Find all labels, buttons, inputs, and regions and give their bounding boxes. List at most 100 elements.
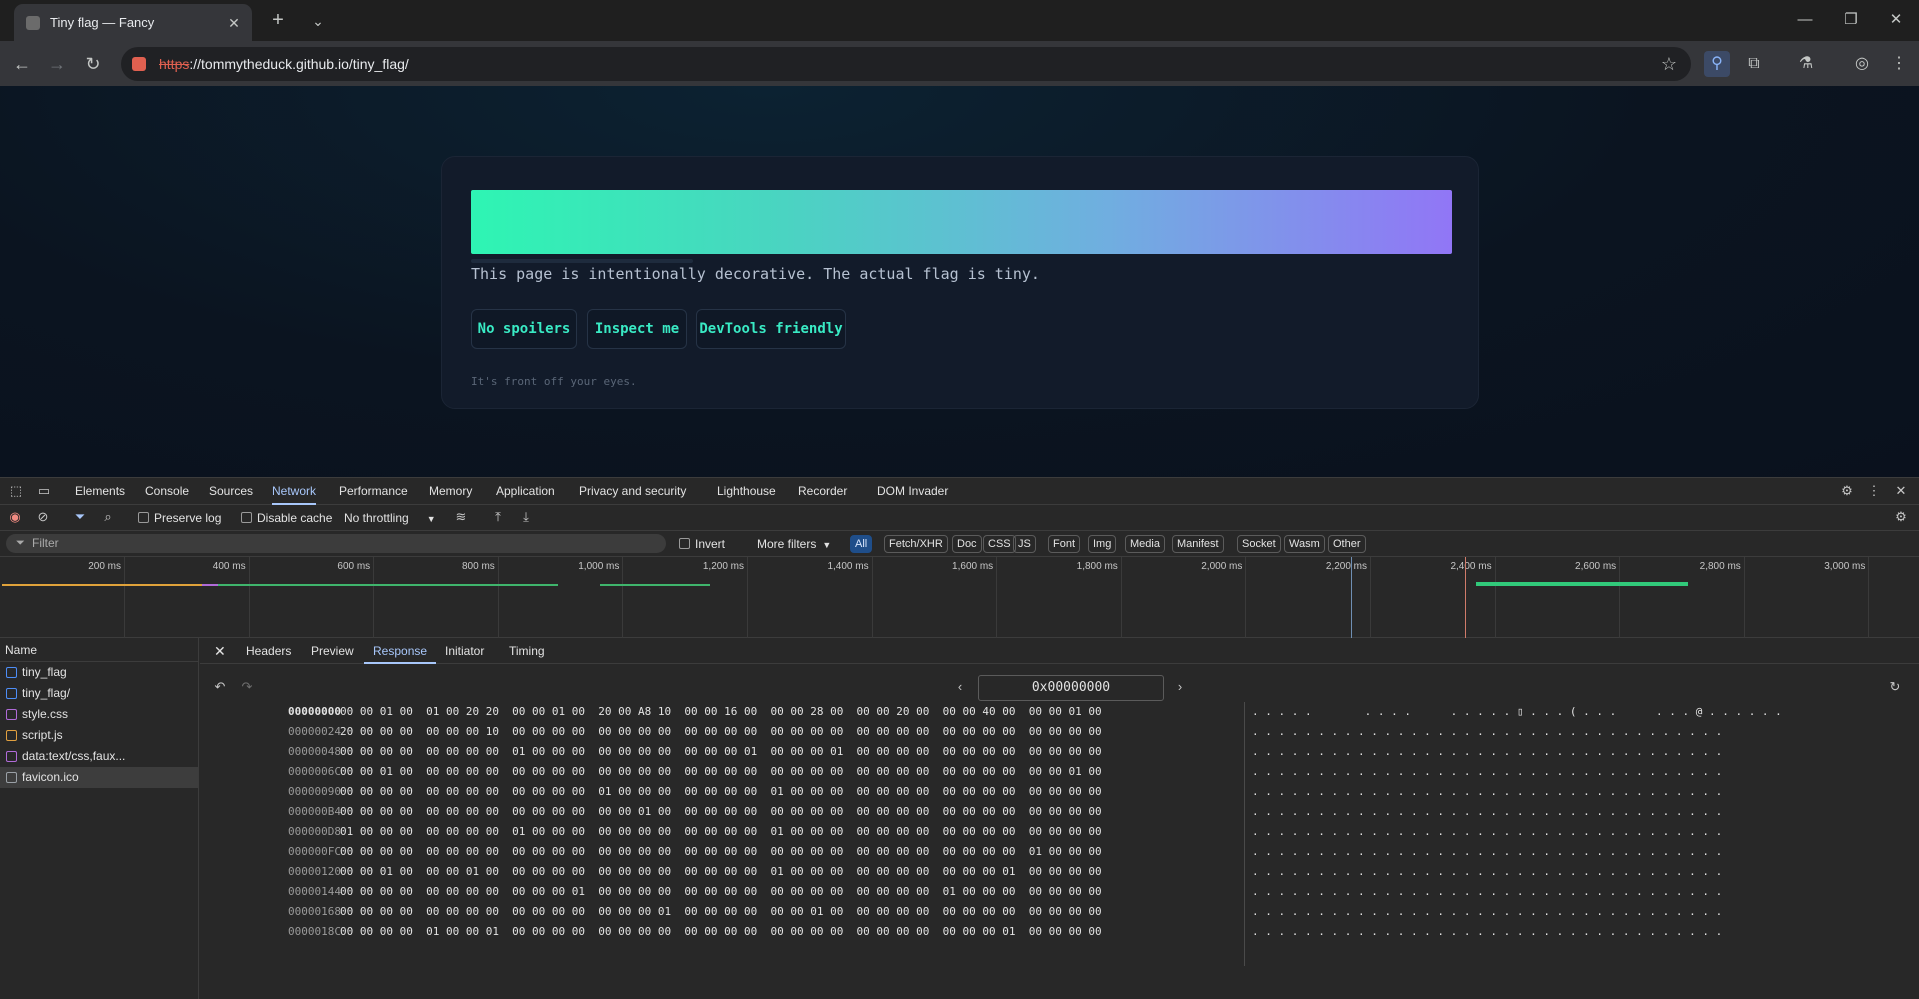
request-row[interactable]: favicon.ico — [0, 767, 198, 788]
redo-icon[interactable]: ↷ — [238, 678, 256, 696]
name-column-header[interactable]: Name — [0, 638, 198, 662]
url-text[interactable]: https://tommytheduck.github.io/tiny_flag… — [159, 56, 409, 72]
hex-bytes[interactable]: 00 00 00 00 00 00 00 00 00 00 00 01 00 0… — [340, 882, 1102, 902]
request-row[interactable]: tiny_flag/ — [0, 683, 198, 704]
profile-icon[interactable]: ◎ — [1849, 51, 1875, 77]
chip-inspect-me[interactable]: Inspect me — [587, 309, 687, 349]
import-har-icon[interactable]: ⤒ — [489, 508, 507, 526]
hex-bytes[interactable]: 20 00 00 00 00 00 00 10 00 00 00 00 00 0… — [340, 722, 1102, 742]
filter-type-css[interactable]: CSS — [983, 535, 1016, 553]
request-row[interactable]: tiny_flag — [0, 662, 198, 683]
record-icon[interactable]: ◉ — [6, 508, 24, 526]
undo-icon[interactable]: ↶ — [211, 678, 229, 696]
tab-recorder[interactable]: Recorder — [798, 478, 847, 505]
tab-lighthouse[interactable]: Lighthouse — [717, 478, 776, 505]
hex-bytes[interactable]: 00 00 00 00 01 00 00 01 00 00 00 00 00 0… — [340, 922, 1102, 942]
filter-type-fetchxhr[interactable]: Fetch/XHR — [884, 535, 948, 553]
hex-ascii[interactable]: . . . . . . . . . . . . . . . . . . . . … — [1252, 862, 1722, 882]
next-page-icon[interactable]: › — [1171, 678, 1189, 696]
tab-search-icon[interactable]: ⌄ — [306, 9, 330, 33]
search-icon[interactable]: ⌕ — [99, 508, 117, 526]
invert-checkbox[interactable]: Invert — [679, 535, 725, 553]
inspect-element-icon[interactable]: ⬚ — [7, 482, 25, 500]
hex-ascii[interactable]: . . . . . . . . . . . . . . . . . . . . … — [1252, 902, 1722, 922]
tab-preview[interactable]: Preview — [311, 638, 354, 664]
new-tab-button[interactable]: + — [266, 9, 290, 33]
tab-headers[interactable]: Headers — [246, 638, 291, 664]
browser-tab[interactable]: Tiny flag — Fancy ✕ — [14, 4, 252, 41]
network-conditions-icon[interactable]: ≋ — [452, 508, 470, 526]
throttling-select[interactable]: No throttling ▼ — [344, 509, 436, 527]
tab-elements[interactable]: Elements — [75, 478, 125, 505]
hex-ascii[interactable]: . . . . . . . . . . . . . . . . . . . . … — [1252, 762, 1722, 782]
filter-input[interactable]: ⏷ Filter — [6, 534, 666, 553]
filter-type-all[interactable]: All — [850, 535, 873, 553]
export-har-icon[interactable]: ⤓ — [517, 508, 535, 526]
hex-ascii[interactable]: . . . . . . . . . . . . . . . . . . . . … — [1252, 722, 1722, 742]
prev-page-icon[interactable]: ‹ — [951, 678, 969, 696]
hex-bytes[interactable]: 00 00 01 00 00 00 00 00 00 00 00 00 00 0… — [340, 762, 1102, 782]
tab-dom-invader[interactable]: DOM Invader — [877, 478, 948, 505]
filter-type-media[interactable]: Media — [1125, 535, 1165, 553]
hex-bytes[interactable]: 00 00 00 00 00 00 00 00 00 00 00 00 00 0… — [340, 902, 1102, 922]
tab-close-icon[interactable]: ✕ — [226, 15, 242, 31]
forward-icon[interactable]: → — [44, 51, 70, 77]
filter-type-js[interactable]: JS — [1013, 535, 1036, 553]
hex-ascii[interactable]: . . . . . . . . . . . . . . . . . . . . … — [1252, 842, 1722, 862]
hex-bytes[interactable]: 00 00 00 00 00 00 00 00 00 00 00 00 00 0… — [340, 802, 1102, 822]
tab-application[interactable]: Application — [496, 478, 555, 505]
hex-bytes[interactable]: 00 00 00 00 00 00 00 00 01 00 00 00 00 0… — [340, 742, 1102, 762]
menu-dots-icon[interactable]: ⋮ — [1886, 51, 1912, 77]
tab-console[interactable]: Console — [145, 478, 189, 505]
tab-sources[interactable]: Sources — [209, 478, 253, 505]
hex-bytes[interactable]: 00 00 00 00 00 00 00 00 00 00 00 00 01 0… — [340, 782, 1102, 802]
hex-ascii[interactable]: . . . . . . . . . . . . . . . . . . . . … — [1252, 882, 1722, 902]
filter-type-doc[interactable]: Doc — [952, 535, 982, 553]
hex-ascii[interactable]: . . . . . . . . . . . . . . ▯ . . . ( . … — [1252, 702, 1782, 722]
tab-performance[interactable]: Performance — [339, 478, 408, 505]
reload-icon[interactable]: ↻ — [80, 51, 106, 77]
request-row[interactable]: script.js — [0, 725, 198, 746]
bookmark-star-icon[interactable]: ☆ — [1661, 54, 1677, 75]
filter-type-wasm[interactable]: Wasm — [1284, 535, 1325, 553]
tab-privacy-security[interactable]: Privacy and security — [579, 478, 686, 505]
chip-devtools-friendly[interactable]: DevTools friendly — [696, 309, 846, 349]
settings-gear-icon[interactable]: ⚙ — [1838, 482, 1856, 500]
preserve-log-checkbox[interactable]: Preserve log — [138, 509, 221, 527]
chip-no-spoilers[interactable]: No spoilers — [471, 309, 577, 349]
tab-timing[interactable]: Timing — [509, 638, 545, 664]
close-window-icon[interactable]: ✕ — [1881, 8, 1911, 32]
minimize-icon[interactable]: — — [1790, 8, 1820, 32]
refresh-hex-icon[interactable]: ↻ — [1886, 678, 1904, 696]
disable-cache-checkbox[interactable]: Disable cache — [241, 509, 332, 527]
request-row[interactable]: style.css — [0, 704, 198, 725]
device-toolbar-icon[interactable]: ▭ — [35, 482, 53, 500]
hex-ascii[interactable]: . . . . . . . . . . . . . . . . . . . . … — [1252, 802, 1722, 822]
clear-icon[interactable]: ⊘ — [34, 508, 52, 526]
tab-memory[interactable]: Memory — [429, 478, 472, 505]
back-icon[interactable]: ← — [9, 51, 35, 77]
filter-type-img[interactable]: Img — [1088, 535, 1117, 553]
hex-bytes[interactable]: 01 00 00 00 00 00 00 00 01 00 00 00 00 0… — [340, 822, 1102, 842]
filter-funnel-icon[interactable]: ⏷ — [71, 508, 89, 526]
hex-bytes[interactable]: 00 00 00 00 00 00 00 00 00 00 00 00 00 0… — [340, 842, 1102, 862]
labs-flask-icon[interactable]: ⚗ — [1793, 51, 1819, 77]
tab-network[interactable]: Network — [272, 478, 317, 505]
tab-initiator[interactable]: Initiator — [445, 638, 484, 664]
devtools-menu-icon[interactable]: ⋮ — [1865, 482, 1883, 500]
close-devtools-icon[interactable]: ✕ — [1892, 482, 1910, 500]
hex-ascii[interactable]: . . . . . . . . . . . . . . . . . . . . … — [1252, 782, 1722, 802]
hex-bytes[interactable]: 00 00 01 00 01 00 20 20 00 00 01 00 20 0… — [340, 702, 1102, 722]
network-settings-icon[interactable]: ⚙ — [1892, 508, 1910, 526]
tab-response[interactable]: Response — [364, 638, 437, 664]
filter-type-other[interactable]: Other — [1328, 535, 1366, 553]
filter-type-manifest[interactable]: Manifest — [1172, 535, 1224, 553]
hex-bytes[interactable]: 00 00 01 00 00 00 01 00 00 00 00 00 00 0… — [340, 862, 1102, 882]
address-input[interactable]: 0x00000000 — [978, 675, 1164, 701]
restore-icon[interactable]: ❐ — [1836, 8, 1866, 32]
close-detail-icon[interactable]: ✕ — [214, 638, 226, 664]
request-row[interactable]: data:text/css,faux... — [0, 746, 198, 767]
address-bar[interactable]: https://tommytheduck.github.io/tiny_flag… — [121, 47, 1691, 81]
hex-ascii[interactable]: . . . . . . . . . . . . . . . . . . . . … — [1252, 822, 1722, 842]
hex-ascii[interactable]: . . . . . . . . . . . . . . . . . . . . … — [1252, 742, 1722, 762]
